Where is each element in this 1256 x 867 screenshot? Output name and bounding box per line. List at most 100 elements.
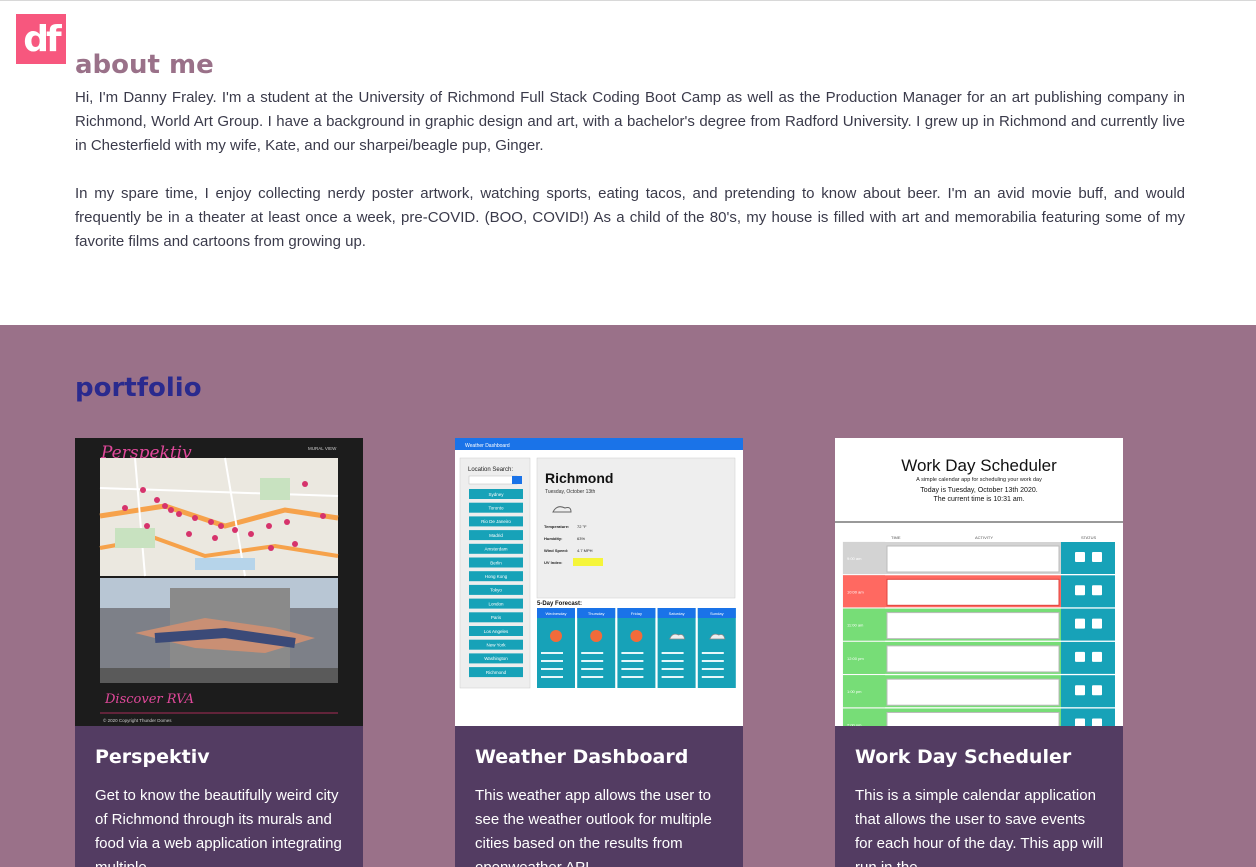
- project-screenshot-scheduler[interactable]: Work Day Scheduler A simple calendar app…: [835, 438, 1123, 726]
- forecast-line: [581, 652, 604, 654]
- site-logo[interactable]: df: [16, 14, 66, 64]
- status-cell: [1061, 608, 1115, 641]
- forecast-line: [661, 652, 684, 654]
- about-paragraph-2: In my spare time, I enjoy collecting ner…: [75, 185, 1185, 250]
- forecast-line: [661, 660, 684, 662]
- status-cell: [1061, 641, 1115, 674]
- weather-bar-title: Weather Dashboard: [465, 443, 510, 449]
- weather-stat-label: Temperature:: [544, 524, 569, 529]
- event-input[interactable]: [886, 645, 1060, 673]
- clear-icon[interactable]: [1092, 651, 1102, 662]
- clear-icon[interactable]: [1092, 618, 1102, 629]
- event-input[interactable]: [886, 712, 1060, 727]
- city-button-label: Paris: [491, 615, 502, 620]
- forecast-line: [541, 660, 563, 662]
- weather-stat-value: 63%: [577, 536, 585, 541]
- hour-label: 1:00 pm: [847, 689, 862, 694]
- col-status: STATUS: [1081, 535, 1097, 540]
- save-icon[interactable]: [1075, 685, 1085, 696]
- forecast-line: [621, 668, 644, 670]
- weather-stat-label: Wind Speed:: [544, 548, 568, 553]
- project-card-perspektiv[interactable]: Perspektiv MURAL VIEW Discover RVA © 202…: [75, 438, 363, 867]
- scheduler-sub3: The current time is 10:31 am.: [933, 496, 1024, 503]
- hour-label: 2:00 pm: [847, 723, 862, 727]
- hour-label: 10:00 am: [847, 589, 864, 594]
- forecast-line: [581, 660, 604, 662]
- save-icon[interactable]: [1075, 651, 1085, 662]
- city-button-label: Tokyo: [490, 588, 502, 593]
- save-icon[interactable]: [1075, 552, 1085, 562]
- forecast-line: [581, 668, 604, 670]
- project-desc-perspektiv: Get to know the beautifully weird city o…: [95, 787, 342, 867]
- hour-label: 12:00 pm: [847, 656, 864, 661]
- city-button-label: Richmond: [486, 670, 507, 675]
- forecast-line: [701, 668, 724, 670]
- city-button-label: Amsterdam: [484, 547, 507, 552]
- col-activity: ACTIVITY: [975, 535, 993, 540]
- forecast-line: [661, 668, 684, 670]
- top-border: [0, 0, 1256, 1]
- city-button-label: Hong Kong: [485, 574, 508, 579]
- clear-icon[interactable]: [1092, 552, 1102, 562]
- weather-city: Richmond: [545, 470, 613, 486]
- hour-label: 11:00 am: [847, 623, 864, 628]
- city-button-label: Los Angeles: [484, 629, 509, 634]
- clear-icon[interactable]: [1092, 685, 1102, 696]
- event-input[interactable]: [886, 678, 1060, 706]
- city-button-label: New York: [486, 643, 506, 648]
- forecast-title: 5-Day Forecast:: [537, 601, 582, 607]
- forecast-line: [621, 660, 644, 662]
- status-cell: [1061, 708, 1115, 726]
- weather-stat-label: Humidity:: [544, 536, 562, 541]
- portfolio-heading: portfolio: [75, 373, 202, 403]
- project-title-weather[interactable]: Weather Dashboard: [475, 746, 688, 768]
- clear-icon[interactable]: [1092, 718, 1102, 727]
- forecast-day: Saturday: [669, 611, 685, 616]
- forecast-line: [581, 676, 604, 678]
- city-button-label: Toronto: [488, 506, 504, 511]
- scheduler-sub1: A simple calendar app for scheduling you…: [916, 477, 1042, 483]
- project-screenshot-perspektiv[interactable]: Perspektiv MURAL VIEW Discover RVA © 202…: [75, 438, 363, 726]
- project-card-work-day-scheduler[interactable]: Work Day Scheduler A simple calendar app…: [835, 438, 1123, 867]
- project-title-perspektiv[interactable]: Perspektiv: [95, 746, 210, 768]
- scheduler-title: Work Day Scheduler: [901, 456, 1057, 475]
- portfolio-section: portfolio Perspektiv MURAL VIEW Discover…: [0, 325, 1256, 867]
- about-section: about me Hi, I'm Danny Fraley. I'm a stu…: [75, 48, 1185, 254]
- project-desc-weather: This weather app allows the user to see …: [475, 787, 712, 867]
- forecast-line: [621, 652, 644, 654]
- scheduler-sub2: Today is Tuesday, October 13th 2020.: [920, 487, 1037, 494]
- city-button-label: Madrid: [489, 533, 503, 538]
- save-icon[interactable]: [1075, 585, 1085, 596]
- discover-rva-brand: Discover RVA: [104, 692, 194, 707]
- city-button-label: Washington: [484, 656, 508, 661]
- project-title-scheduler[interactable]: Work Day Scheduler: [855, 746, 1071, 768]
- hour-label: 9:00 am: [847, 556, 862, 561]
- forecast-day: Friday: [631, 611, 642, 616]
- event-input[interactable]: [886, 545, 1060, 573]
- weather-stat-value: 72 °F: [577, 524, 587, 529]
- city-button-label: London: [488, 601, 504, 606]
- project-screenshot-weather[interactable]: Weather Dashboard Location Search: Sydne…: [455, 438, 743, 726]
- forecast-line: [541, 652, 563, 654]
- weather-stat-label: UV Index:: [544, 560, 562, 565]
- save-icon[interactable]: [1075, 618, 1085, 629]
- sun-icon: [630, 630, 643, 642]
- about-paragraph-1: Hi, I'm Danny Fraley. I'm a student at t…: [75, 89, 1185, 154]
- project-card-weather-dashboard[interactable]: Weather Dashboard Location Search: Sydne…: [455, 438, 743, 867]
- event-input[interactable]: [886, 578, 1060, 606]
- event-input[interactable]: [886, 612, 1060, 640]
- mural-view-label: MURAL VIEW: [308, 446, 337, 451]
- save-icon[interactable]: [1075, 718, 1085, 727]
- about-heading: about me: [75, 50, 214, 80]
- forecast-day: Thursday: [588, 611, 605, 616]
- sun-icon: [590, 630, 603, 642]
- status-cell: [1061, 542, 1115, 574]
- forecast-day: Sunday: [710, 611, 724, 616]
- city-button-label: Berlin: [490, 560, 502, 565]
- clear-icon[interactable]: [1092, 585, 1102, 596]
- col-time: TIME: [891, 535, 901, 540]
- forecast-line: [541, 676, 563, 678]
- sun-icon: [550, 630, 562, 642]
- status-cell: [1061, 675, 1115, 708]
- project-desc-scheduler: This is a simple calendar application th…: [855, 787, 1103, 867]
